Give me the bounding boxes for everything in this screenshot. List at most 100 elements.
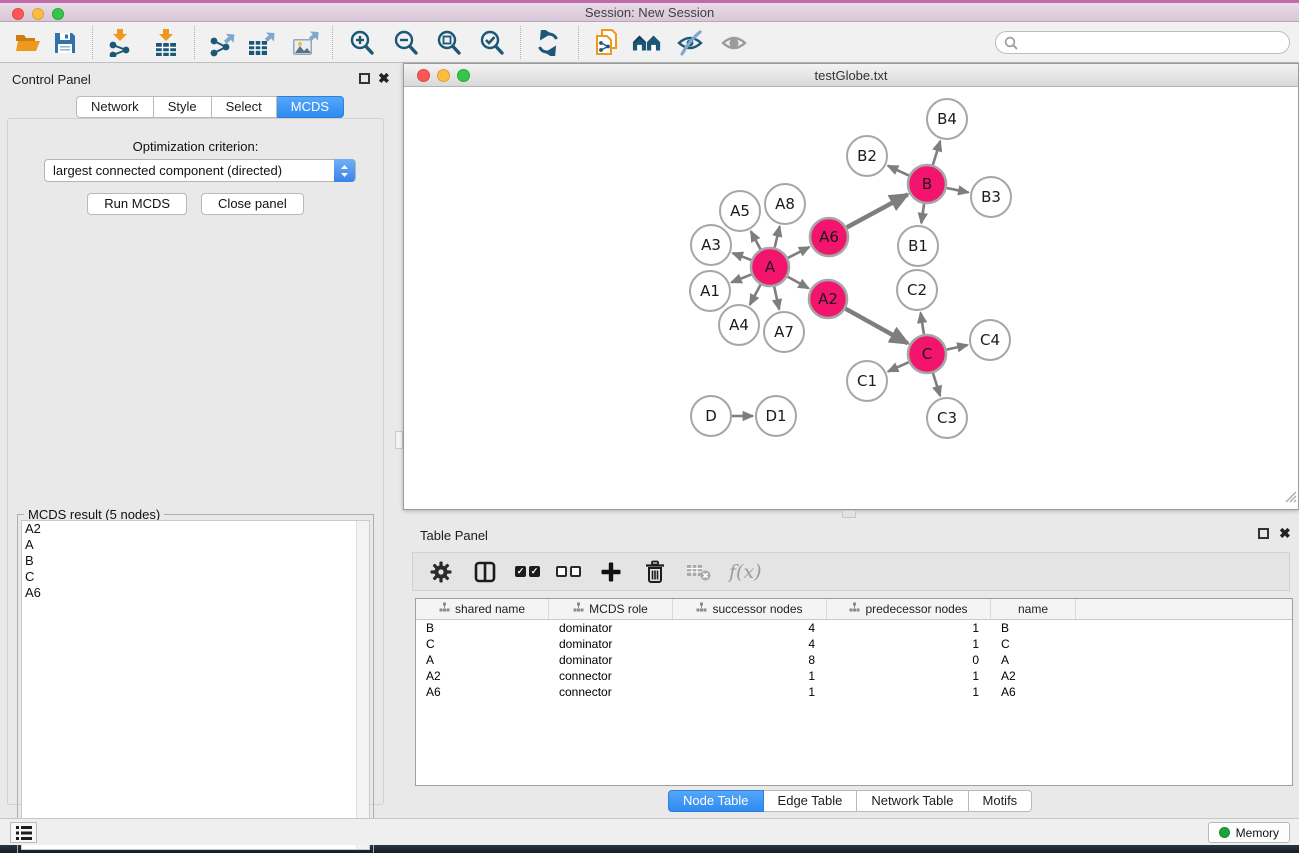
graph-node-A1[interactable]: A1 [690,271,730,311]
graph-node-B4[interactable]: B4 [927,99,967,139]
vertical-splitter-handle[interactable] [395,431,403,449]
delete-row-icon[interactable] [641,559,669,585]
cell-successor-nodes[interactable]: 4 [673,636,827,652]
show-columns-icon[interactable] [471,559,499,585]
cell-shared-name[interactable]: A6 [416,684,549,700]
table-row[interactable]: Cdominator41C [416,636,1292,652]
cell-name[interactable]: C [991,636,1076,652]
list-item[interactable]: A2 [22,521,369,537]
duplicate-network-icon[interactable] [592,29,622,57]
graph-edge-B-B2[interactable] [888,166,909,176]
graph-node-A7[interactable]: A7 [764,312,804,352]
graph-edge-A-A7[interactable] [774,287,779,310]
table-row[interactable]: Bdominator41B [416,620,1292,636]
tab-mcds[interactable]: MCDS [277,96,344,118]
graph-node-A3[interactable]: A3 [691,225,731,265]
graph-edge-C-C3[interactable] [933,373,940,396]
graph-node-A6[interactable]: A6 [810,218,848,256]
cell-mcds-role[interactable]: connector [549,684,673,700]
tab-network-table[interactable]: Network Table [857,790,968,812]
graph-edge-A-A6[interactable] [788,247,810,258]
graph-edge-A-A2[interactable] [788,277,809,289]
cell-name[interactable]: A2 [991,668,1076,684]
tab-motifs[interactable]: Motifs [969,790,1033,812]
graph-node-C2[interactable]: C2 [897,270,937,310]
close-panel-icon[interactable]: ✖ [378,70,390,87]
refresh-layout-icon[interactable] [533,29,563,57]
network-window-titlebar[interactable]: testGlobe.txt [404,64,1298,87]
hide-selected-icon[interactable] [676,29,706,57]
graph-edge-B-B1[interactable] [921,204,924,223]
cell-mcds-role[interactable]: dominator [549,636,673,652]
cell-successor-nodes[interactable]: 8 [673,652,827,668]
list-item[interactable]: A6 [22,585,369,601]
cell-successor-nodes[interactable]: 4 [673,620,827,636]
list-item[interactable]: A [22,537,369,553]
run-mcds-button[interactable]: Run MCDS [87,193,187,215]
mcds-result-list[interactable]: A2ABCA6 [21,520,370,850]
graph-node-B[interactable]: B [908,165,946,203]
add-row-icon[interactable] [597,559,625,585]
list-item[interactable]: C [22,569,369,585]
graph-node-C4[interactable]: C4 [970,320,1010,360]
table-row[interactable]: A2connector11A2 [416,668,1292,684]
cell-predecessor-nodes[interactable]: 0 [827,652,991,668]
column-header-shared-name[interactable]: shared name [416,599,549,619]
cell-predecessor-nodes[interactable]: 1 [827,620,991,636]
cell-name[interactable]: A6 [991,684,1076,700]
graph-node-A2[interactable]: A2 [809,280,847,318]
function-builder-icon[interactable]: f(x) [729,561,762,583]
cell-shared-name[interactable]: B [416,620,549,636]
table-row[interactable]: Adominator80A [416,652,1292,668]
network-canvas-svg[interactable]: AA1A2A3A4A5A6A7A8BB1B2B3B4CC1C2C3C4DD1 [404,87,1298,509]
table-row[interactable]: A6connector11A6 [416,684,1292,700]
close-panel-button[interactable]: Close panel [201,193,304,215]
criterion-select[interactable]: largest connected component (directed) [44,159,356,182]
zoom-out-icon[interactable] [391,29,421,57]
graph-node-A8[interactable]: A8 [765,184,805,224]
export-table-icon[interactable] [247,29,277,57]
cell-shared-name[interactable]: A [416,652,549,668]
horizontal-splitter-handle[interactable] [842,510,856,518]
cell-predecessor-nodes[interactable]: 1 [827,636,991,652]
column-header-mcds-role[interactable]: MCDS role [549,599,673,619]
select-all-icon[interactable]: ✓✓ [515,566,540,577]
graph-edge-A-A4[interactable] [750,285,761,305]
graph-node-D[interactable]: D [691,396,731,436]
float-panel-icon[interactable] [359,73,370,84]
tab-edge-table[interactable]: Edge Table [764,790,858,812]
tab-style[interactable]: Style [154,96,212,118]
search-box[interactable] [995,31,1290,54]
graph-edge-A-A5[interactable] [751,231,761,249]
cell-mcds-role[interactable]: dominator [549,620,673,636]
list-scrollbar[interactable] [356,521,369,849]
graph-edge-B-B4[interactable] [933,141,940,165]
graph-edge-A-A8[interactable] [775,226,780,247]
delete-table-icon[interactable] [685,559,713,585]
node-table[interactable]: shared nameMCDS rolesuccessor nodesprede… [415,598,1293,786]
cell-predecessor-nodes[interactable]: 1 [827,684,991,700]
cell-name[interactable]: A [991,652,1076,668]
graph-node-A5[interactable]: A5 [720,191,760,231]
show-all-networks-icon[interactable] [632,29,662,57]
memory-button[interactable]: Memory [1208,822,1290,843]
graph-edge-A-A1[interactable] [731,274,751,282]
tab-select[interactable]: Select [212,96,277,118]
column-header-predecessor-nodes[interactable]: predecessor nodes [827,599,991,619]
graph-node-A[interactable]: A [751,248,789,286]
tab-network[interactable]: Network [76,96,154,118]
graph-edge-A6-B[interactable] [847,194,908,227]
zoom-fit-icon[interactable] [434,29,464,57]
graph-node-C1[interactable]: C1 [847,361,887,401]
show-selected-icon[interactable] [720,29,750,57]
cell-shared-name[interactable]: A2 [416,668,549,684]
cell-successor-nodes[interactable]: 1 [673,668,827,684]
cell-successor-nodes[interactable]: 1 [673,684,827,700]
task-history-button[interactable] [10,822,37,843]
zoom-in-icon[interactable] [347,29,377,57]
open-file-icon[interactable] [13,29,43,57]
graph-edge-C-C1[interactable] [888,362,909,371]
graph-node-A4[interactable]: A4 [719,305,759,345]
list-item[interactable]: B [22,553,369,569]
cell-name[interactable]: B [991,620,1076,636]
